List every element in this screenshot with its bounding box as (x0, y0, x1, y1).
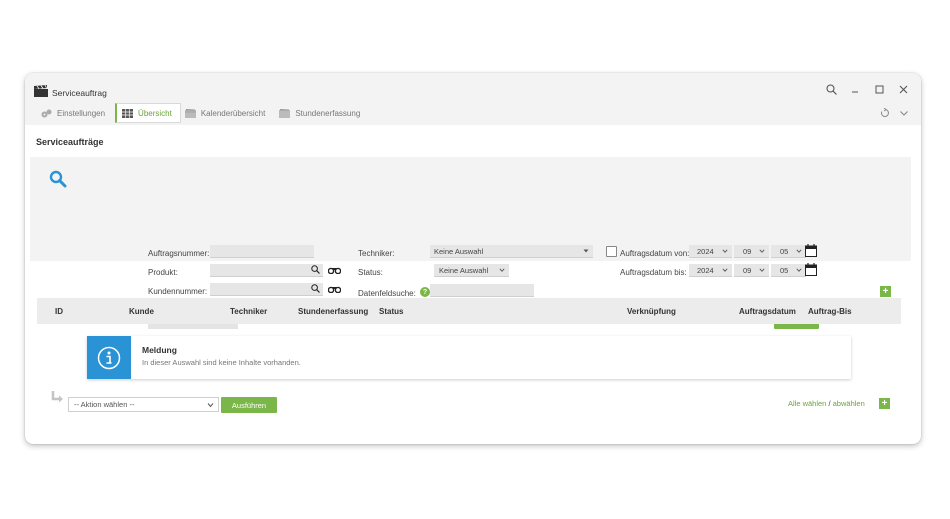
tab-bar-tools (880, 108, 909, 118)
clapperboard-icon (34, 85, 48, 97)
column-header-auftrag-bis[interactable]: Auftrag-Bis (808, 307, 852, 316)
binoculars-icon[interactable] (328, 266, 341, 274)
date-from-label: Auftragsdatum von: (620, 249, 690, 258)
from-year-value: 2024 (697, 246, 714, 256)
column-header-id[interactable]: ID (55, 307, 63, 316)
action-select-value: -- Aktion wählen -- (74, 400, 135, 409)
action-select[interactable]: -- Aktion wählen -- (68, 397, 219, 412)
from-year-select[interactable]: 2024 (689, 245, 732, 258)
to-month-select[interactable]: 09 (734, 264, 769, 277)
search-icon (49, 170, 67, 188)
techniker-label: Techniker: (358, 249, 395, 258)
tab-label: Stundenerfassung (295, 108, 361, 118)
chevron-down-icon (796, 268, 802, 272)
from-day-value: 05 (780, 246, 789, 256)
auftragsnummer-label: Auftragsnummer: (148, 249, 210, 258)
produkt-label: Produkt: (148, 268, 178, 277)
add-icon[interactable]: + (880, 286, 891, 297)
tab-bar: Einstellungen Übersicht Kalenderübersich… (37, 103, 370, 123)
search-icon[interactable] (826, 84, 837, 95)
techniker-value: Keine Auswahl (434, 246, 484, 256)
message-text: In dieser Auswahl sind keine Inhalte vor… (142, 358, 301, 367)
chevron-down-icon (722, 268, 728, 272)
tab-label: Übersicht (138, 108, 172, 118)
section-header: Serviceaufträge (30, 127, 911, 157)
from-month-select[interactable]: 09 (734, 245, 769, 258)
chevron-down-icon (759, 268, 765, 272)
to-year-select[interactable]: 2024 (689, 264, 732, 277)
select-all-link[interactable]: Alle wählen (788, 399, 826, 408)
chevron-down-icon (759, 249, 765, 253)
chevron-down-icon (207, 403, 214, 408)
chevron-down-icon[interactable] (899, 108, 909, 118)
binoculars-icon[interactable] (328, 285, 341, 293)
service-order-window: Serviceauftrag Einstellungen Übersicht K… (25, 73, 921, 444)
grid-icon (122, 108, 134, 118)
column-header-verknuepfung[interactable]: Verknüpfung (627, 307, 676, 316)
from-day-select[interactable]: 05 (771, 245, 806, 258)
maximize-icon[interactable] (874, 84, 885, 95)
tab-kalenderuebersicht[interactable]: Kalenderübersicht (181, 103, 275, 123)
kundennummer-label: Kundennummer: (148, 287, 208, 296)
gears-icon (41, 109, 52, 117)
auftragsnummer-input[interactable] (210, 245, 314, 258)
chevron-down-icon (796, 249, 802, 253)
to-year-value: 2024 (697, 265, 714, 275)
section-title: Serviceaufträge (36, 137, 104, 147)
calendar-icon[interactable] (805, 263, 817, 276)
to-day-select[interactable]: 05 (771, 264, 806, 277)
techniker-select[interactable]: Keine Auswahl (430, 245, 593, 258)
calendar-icon[interactable] (805, 244, 817, 257)
status-label: Status: (358, 268, 383, 277)
datenfeld-input[interactable] (430, 284, 534, 297)
add-icon[interactable]: + (879, 398, 890, 409)
column-header-auftragsdatum[interactable]: Auftragsdatum (739, 307, 796, 316)
tab-uebersicht[interactable]: Übersicht (115, 103, 181, 123)
from-month-value: 09 (743, 246, 752, 256)
info-message: Meldung In dieser Auswahl sind keine Inh… (87, 336, 851, 379)
table-header: ID Kunde Techniker Stundenerfassung Stat… (37, 298, 901, 324)
titlebar: Serviceauftrag Einstellungen Übersicht K… (25, 73, 921, 125)
execute-button[interactable]: Ausführen (221, 397, 277, 413)
help-icon[interactable]: ? (420, 287, 430, 297)
tab-stundenerfassung[interactable]: Stundenerfassung (275, 103, 370, 123)
produkt-input[interactable] (210, 264, 323, 277)
search-icon[interactable] (311, 284, 320, 293)
tab-label: Kalenderübersicht (200, 108, 266, 118)
to-month-value: 09 (743, 265, 752, 275)
date-to-label: Auftragsdatum bis: (620, 268, 687, 277)
search-icon[interactable] (311, 265, 320, 274)
to-day-value: 05 (780, 265, 789, 275)
status-value: Keine Auswahl (439, 265, 489, 275)
window-controls (826, 84, 909, 95)
arrow-down-right-icon (51, 391, 63, 403)
status-select[interactable]: Keine Auswahl (434, 264, 509, 277)
caret-down-icon (583, 249, 589, 253)
message-title: Meldung (142, 345, 177, 355)
deselect-all-link[interactable]: abwählen (833, 399, 865, 408)
datenfeld-label: Datenfeldsuche: (358, 289, 416, 298)
column-header-stundenerfassung[interactable]: Stundenerfassung (298, 307, 368, 316)
filter-panel: Auftragsnummer: Produkt: Kundennummer: T… (30, 157, 911, 329)
tab-label: Einstellungen (57, 108, 106, 118)
column-header-status[interactable]: Status (379, 307, 403, 316)
refresh-icon[interactable] (880, 108, 890, 118)
date-filter-checkbox[interactable] (606, 246, 617, 257)
kundennummer-input[interactable] (210, 283, 323, 296)
column-header-techniker[interactable]: Techniker (230, 307, 267, 316)
window-title: Serviceauftrag (52, 88, 107, 98)
tab-einstellungen[interactable]: Einstellungen (37, 103, 115, 123)
select-links: Alle wählen / abwählen (788, 399, 865, 408)
chevron-down-icon (499, 268, 505, 272)
chevron-down-icon (722, 249, 728, 253)
info-icon (87, 336, 131, 379)
close-icon[interactable] (898, 84, 909, 95)
clock-icon (279, 108, 291, 118)
minimize-icon[interactable] (850, 84, 861, 95)
column-header-kunde[interactable]: Kunde (129, 307, 154, 316)
select-separator: / (828, 399, 831, 408)
calendar-icon (184, 108, 196, 118)
